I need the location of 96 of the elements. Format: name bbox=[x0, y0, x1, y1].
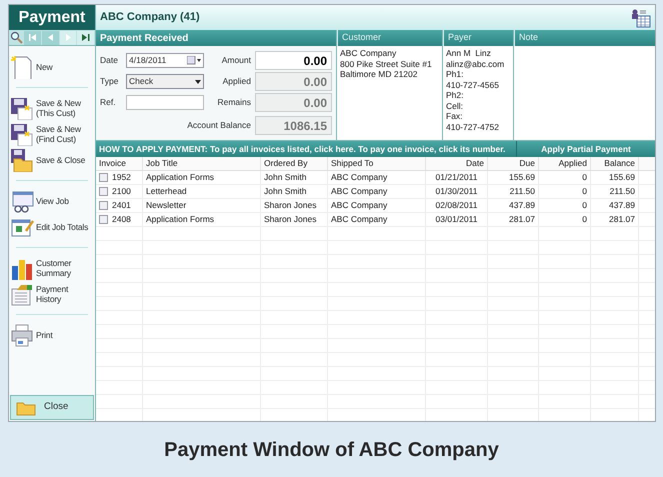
sidebar-item[interactable]: View Job bbox=[10, 188, 94, 214]
table-cell: Sharon Jones bbox=[264, 198, 316, 212]
column-header[interactable]: Due bbox=[488, 157, 539, 170]
ref-field[interactable] bbox=[126, 95, 204, 110]
table-cell: 155.69 bbox=[609, 170, 635, 184]
table-cell: John Smith bbox=[264, 170, 307, 184]
table-cell: 0 bbox=[582, 184, 587, 198]
apply-partial-payment-button[interactable]: Apply Partial Payment bbox=[517, 141, 655, 157]
table-cell: Sharon Jones bbox=[264, 212, 316, 226]
checkbox[interactable] bbox=[99, 200, 108, 210]
table-cell: Application Forms bbox=[146, 212, 214, 226]
table-cell: 03/01/2011 bbox=[436, 212, 478, 226]
table-cell: ABC Company bbox=[331, 170, 388, 184]
floppy-folder-icon bbox=[10, 148, 34, 172]
checkbox[interactable] bbox=[99, 172, 108, 182]
table-cell: Letterhead bbox=[146, 184, 187, 198]
contact-calendar-icon bbox=[631, 8, 651, 28]
info-line: Ph2: bbox=[446, 90, 464, 100]
invoice-number[interactable]: 1952 bbox=[112, 170, 131, 184]
checkbox[interactable] bbox=[99, 214, 108, 224]
sidebar-title: Payment bbox=[9, 5, 95, 30]
folder-icon bbox=[16, 400, 36, 416]
invoice-number[interactable]: 2100 bbox=[112, 184, 131, 198]
field-label: Applied bbox=[222, 75, 251, 88]
company-title: ABC Company (41) bbox=[100, 10, 200, 26]
first-button[interactable] bbox=[24, 30, 41, 44]
table-cell: 211.50 bbox=[510, 184, 535, 198]
table-cell: 437.89 bbox=[609, 198, 635, 212]
table-cell: 281.07 bbox=[609, 212, 635, 226]
sidebar-item[interactable]: Save & New (Find Cust) bbox=[10, 121, 94, 147]
field-label: Amount bbox=[220, 54, 251, 67]
amount-readout: 1086.15 bbox=[255, 116, 332, 135]
amount-readout: 0.00 bbox=[255, 72, 332, 91]
column-header[interactable]: Date bbox=[426, 157, 488, 170]
column-header[interactable]: Job Title bbox=[143, 157, 261, 170]
table-cell: 155.69 bbox=[509, 170, 535, 184]
info-line: Fax: bbox=[446, 111, 464, 122]
sidebar-item[interactable]: Customer Summary bbox=[10, 255, 94, 281]
field-label: Ref. bbox=[100, 96, 117, 109]
table-cell: Newsletter bbox=[146, 198, 186, 212]
search-icon bbox=[10, 31, 23, 44]
info-line: alinz@abc.com bbox=[446, 58, 506, 69]
table-cell: 02/08/2011 bbox=[436, 198, 478, 212]
table-cell: 0 bbox=[582, 198, 587, 212]
info-line: 800 Pike Street Suite #1 bbox=[340, 58, 433, 69]
invoice-number[interactable]: 2401 bbox=[112, 198, 131, 212]
table-cell: 437.89 bbox=[509, 198, 535, 212]
sidebar-item[interactable]: New bbox=[10, 54, 94, 80]
table-cell: 281.07 bbox=[509, 212, 535, 226]
field-label: Account Balance bbox=[187, 119, 251, 132]
column-header[interactable]: Balance bbox=[591, 157, 639, 170]
info-line: ABC Company bbox=[340, 48, 398, 58]
table-cell: 0 bbox=[582, 170, 587, 184]
type-dropdown[interactable]: Check bbox=[126, 74, 204, 89]
sidebar-item[interactable]: Edit Job Totals bbox=[10, 214, 94, 240]
last-button[interactable] bbox=[77, 30, 94, 44]
column-header[interactable]: Applied bbox=[539, 157, 591, 170]
invoice-number[interactable]: 2408 bbox=[112, 212, 131, 226]
table-cell: 01/30/2011 bbox=[436, 184, 478, 198]
column-header[interactable]: Shipped To bbox=[328, 157, 426, 170]
panel-header: Customer bbox=[337, 30, 442, 46]
info-line: 410-727-4565 bbox=[446, 80, 500, 90]
table-cell: ABC Company bbox=[331, 198, 388, 212]
panel-header: Payment Received bbox=[96, 30, 336, 46]
calendar-dropdown-icon bbox=[187, 56, 201, 65]
column-header[interactable]: Invoice bbox=[96, 157, 143, 170]
table-cell: ABC Company bbox=[331, 212, 388, 226]
table-cell: 01/21/2011 bbox=[436, 170, 478, 184]
table-cell: John Smith bbox=[264, 184, 307, 198]
info-line: Ph1: bbox=[446, 69, 464, 80]
field-label: Remains bbox=[216, 96, 251, 109]
info-line: Ann M Linz bbox=[446, 48, 492, 58]
sidebar-item[interactable]: Payment History bbox=[10, 281, 94, 307]
checkbox[interactable] bbox=[99, 186, 108, 196]
amount-field[interactable]: 0.00 bbox=[255, 51, 332, 70]
panel-header: Payer bbox=[443, 30, 513, 46]
column-header[interactable]: Ordered By bbox=[261, 157, 328, 170]
info-line: Baltimore MD 21202 bbox=[340, 69, 418, 80]
previous-button[interactable] bbox=[42, 30, 58, 44]
figure-caption: Payment Window of ABC Company bbox=[164, 438, 499, 462]
dropdown-icon bbox=[195, 80, 201, 84]
date-field[interactable]: 4/18/2011 bbox=[126, 53, 204, 68]
field-label: Type bbox=[100, 75, 120, 88]
table-cell: 0 bbox=[582, 212, 587, 226]
table-cell: 211.50 bbox=[610, 184, 635, 198]
table-cell: ABC Company bbox=[331, 184, 388, 198]
table-cell: Application Forms bbox=[146, 170, 214, 184]
amount-readout: 0.00 bbox=[255, 93, 332, 112]
info-line: Cell: bbox=[446, 100, 464, 111]
panel-header: Note bbox=[514, 30, 655, 46]
close-button[interactable]: Close bbox=[10, 395, 94, 420]
info-line: 410-727-4752 bbox=[446, 122, 500, 132]
field-label: Date bbox=[100, 54, 119, 67]
sidebar-item[interactable]: Save & New (This Cust) bbox=[10, 95, 94, 121]
sidebar-item[interactable]: Print bbox=[10, 322, 94, 348]
sidebar-item[interactable]: Save & Close bbox=[10, 147, 94, 173]
